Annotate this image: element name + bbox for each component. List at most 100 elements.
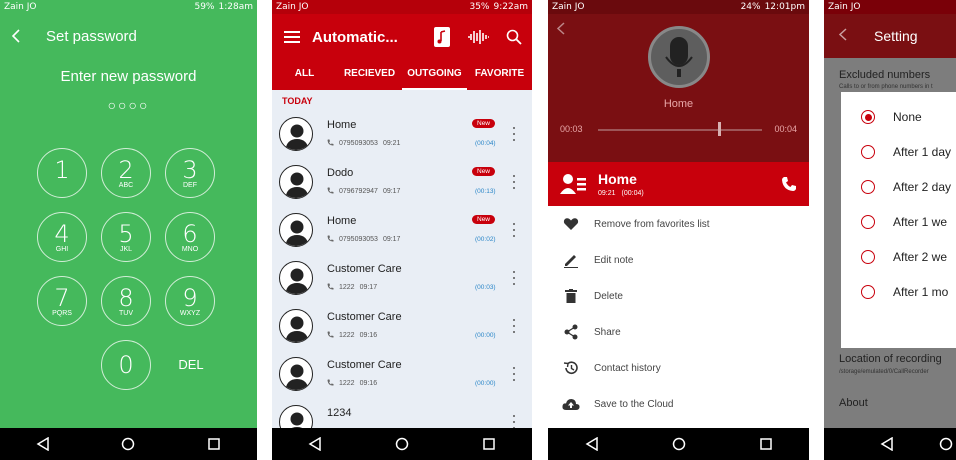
key-8[interactable]: 8 TUV bbox=[101, 276, 151, 326]
nav-home-icon[interactable] bbox=[935, 432, 956, 456]
menu-save-cloud[interactable]: Save to the Cloud bbox=[548, 386, 809, 422]
back-button[interactable] bbox=[0, 14, 32, 58]
call-list-item[interactable]: Customer Care 1222 09:17 (00:03) bbox=[272, 257, 532, 305]
nav-home-icon[interactable] bbox=[667, 432, 691, 456]
menu-label: Save to the Cloud bbox=[594, 398, 674, 410]
contact-name: Dodo bbox=[327, 167, 354, 179]
more-options-icon[interactable] bbox=[510, 365, 518, 383]
retention-option[interactable]: After 2 day bbox=[841, 173, 956, 201]
radio-button[interactable] bbox=[861, 145, 875, 159]
more-options-icon[interactable] bbox=[510, 269, 518, 287]
player-area: Zain JO 24% 12:01pm Home 00:03 00:04 bbox=[548, 0, 809, 162]
call-time: 09:21 bbox=[382, 140, 401, 147]
carrier-label: Zain JO bbox=[4, 2, 37, 12]
nav-recents-icon[interactable] bbox=[202, 432, 226, 456]
contact-avatar-icon bbox=[279, 165, 313, 199]
call-list-item[interactable]: Home 0795093053 09:17 New (00:02) bbox=[272, 209, 532, 257]
pencil-icon bbox=[564, 255, 578, 268]
chevron-left-icon bbox=[838, 28, 847, 41]
search-button[interactable] bbox=[496, 29, 532, 45]
key-1[interactable]: 1 bbox=[37, 148, 87, 198]
key-9[interactable]: 9 WXYZ bbox=[165, 276, 215, 326]
menu-delete[interactable]: Delete bbox=[548, 278, 809, 314]
radio-button[interactable] bbox=[861, 250, 875, 264]
key-2[interactable]: 2 ABC bbox=[101, 148, 151, 198]
tab-outgoing[interactable]: OUTGOING bbox=[402, 60, 467, 90]
music-note-button[interactable] bbox=[424, 27, 460, 47]
key-3[interactable]: 3 DEF bbox=[165, 148, 215, 198]
option-label: After 2 we bbox=[893, 250, 948, 264]
radio-button[interactable] bbox=[861, 285, 875, 299]
retention-option[interactable]: After 1 we bbox=[841, 208, 956, 236]
phone-number: 1222 bbox=[339, 284, 355, 291]
status-bar: Zain JO 35% 9:22am bbox=[272, 0, 532, 14]
music-file-icon bbox=[434, 27, 450, 47]
nav-home-icon[interactable] bbox=[116, 432, 140, 456]
nav-back-icon[interactable] bbox=[303, 432, 327, 456]
outgoing-call-icon bbox=[327, 187, 334, 196]
back-button[interactable] bbox=[556, 22, 565, 38]
app-bar: Setting bbox=[824, 14, 956, 58]
contact-name: Home bbox=[598, 171, 637, 187]
retention-option[interactable]: After 1 day bbox=[841, 138, 956, 166]
android-nav-bar bbox=[272, 428, 532, 460]
retention-option[interactable]: After 2 we bbox=[841, 243, 956, 271]
hamburger-menu-button[interactable] bbox=[272, 31, 312, 43]
radio-button[interactable] bbox=[861, 215, 875, 229]
radio-button[interactable] bbox=[861, 180, 875, 194]
call-list-item[interactable]: Dodo 0796792947 09:17 New (00:13) bbox=[272, 161, 532, 209]
key-5[interactable]: 5 JKL bbox=[101, 212, 151, 262]
menu-label: Contact history bbox=[594, 362, 661, 374]
key-0[interactable]: 0 bbox=[101, 340, 151, 390]
chevron-left-icon bbox=[11, 29, 20, 43]
tab-all[interactable]: ALL bbox=[272, 60, 337, 90]
menu-share[interactable]: Share bbox=[548, 314, 809, 350]
more-options-icon[interactable] bbox=[510, 221, 518, 239]
nav-recents-icon[interactable] bbox=[754, 432, 778, 456]
retention-option[interactable]: After 1 mo bbox=[841, 278, 956, 306]
tab-favorite[interactable]: FAVORITE bbox=[467, 60, 532, 90]
key-7[interactable]: 7 PQRS bbox=[37, 276, 87, 326]
tab-received[interactable]: RECIEVED bbox=[337, 60, 402, 90]
nav-home-icon[interactable] bbox=[390, 432, 414, 456]
nav-back-icon[interactable] bbox=[876, 432, 897, 456]
contact-name: Customer Care bbox=[327, 359, 402, 371]
more-options-icon[interactable] bbox=[510, 317, 518, 335]
seek-bar[interactable] bbox=[598, 129, 762, 131]
menu-remove-favorite[interactable]: Remove from favorites list bbox=[548, 206, 809, 242]
key-4[interactable]: 4 GHI bbox=[37, 212, 87, 262]
outgoing-call-icon bbox=[327, 331, 334, 340]
nav-back-icon[interactable] bbox=[31, 432, 55, 456]
option-label: After 2 day bbox=[893, 180, 952, 194]
call-list-item[interactable]: Customer Care 1222 09:16 (00:00) bbox=[272, 305, 532, 353]
elapsed-time: 00:03 bbox=[560, 124, 583, 134]
seek-thumb[interactable] bbox=[717, 122, 721, 136]
key-6[interactable]: 6 MNO bbox=[165, 212, 215, 262]
page-title: Set password bbox=[46, 27, 137, 45]
new-badge: New bbox=[472, 167, 496, 176]
call-duration: (00:00) bbox=[475, 380, 496, 387]
menu-contact-history[interactable]: Contact history bbox=[548, 350, 809, 386]
option-label: After 1 mo bbox=[893, 285, 949, 299]
menu-edit-note[interactable]: Edit note bbox=[548, 242, 809, 278]
setting-location-recording[interactable]: Location of recording bbox=[839, 353, 942, 365]
waveform-button[interactable] bbox=[460, 29, 496, 45]
toolbar: Set password bbox=[0, 14, 257, 58]
more-options-icon[interactable] bbox=[510, 173, 518, 191]
nav-back-icon[interactable] bbox=[580, 432, 604, 456]
nav-recents-icon[interactable] bbox=[477, 432, 501, 456]
call-list-item[interactable]: Home 0795093053 09:21 New (00:04) bbox=[272, 113, 532, 161]
call-list-item[interactable]: Customer Care 1222 09:16 (00:00) bbox=[272, 353, 532, 401]
status-bar: Zain JO 59% 1:28am bbox=[0, 0, 257, 14]
retention-option[interactable]: None bbox=[841, 103, 956, 131]
call-button[interactable] bbox=[781, 176, 797, 197]
setting-excluded-numbers[interactable]: Excluded numbers bbox=[839, 69, 930, 81]
more-options-icon[interactable] bbox=[510, 125, 518, 143]
setting-about[interactable]: About bbox=[839, 397, 868, 409]
delete-button[interactable]: DEL bbox=[166, 357, 216, 372]
contact-card-icon bbox=[560, 172, 586, 199]
carrier-label: Zain JO bbox=[552, 2, 585, 12]
carrier-label: Zain JO bbox=[276, 2, 309, 12]
back-button[interactable] bbox=[824, 28, 860, 44]
radio-button[interactable] bbox=[861, 110, 875, 124]
